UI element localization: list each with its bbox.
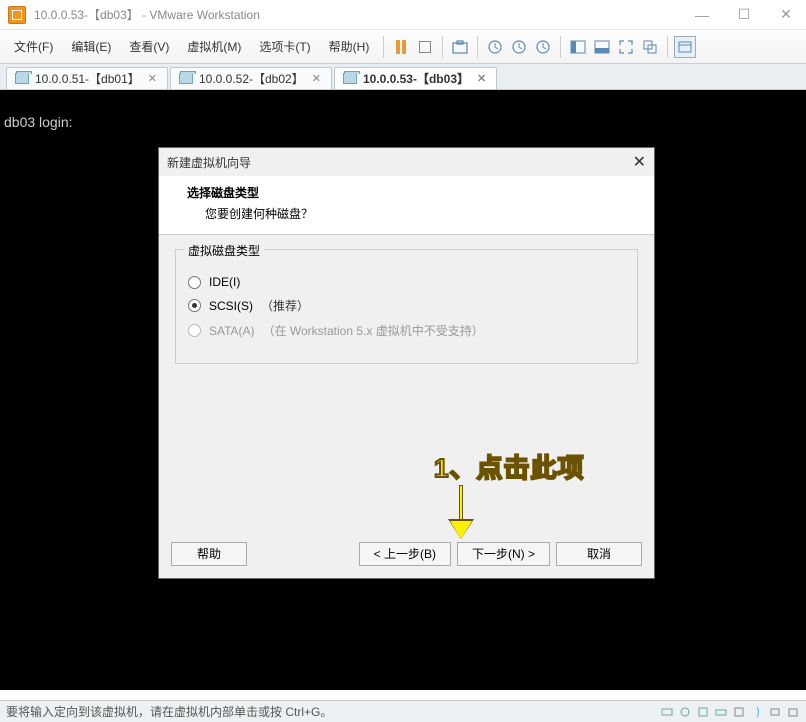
device-icon[interactable] (660, 705, 674, 719)
back-button[interactable]: < 上一步(B) (359, 542, 451, 566)
close-button[interactable]: ✕ (774, 6, 798, 23)
new-vm-wizard-dialog: 新建虚拟机向导 ✕ 选择磁盘类型 您要创建何种磁盘？ 虚拟磁盘类型 IDE(I)… (158, 147, 655, 579)
cancel-button[interactable]: 取消 (556, 542, 642, 566)
snapshot-take-icon[interactable] (449, 36, 471, 58)
app-icon (8, 6, 26, 24)
status-icons (660, 705, 800, 719)
group-label: 虚拟磁盘类型 (184, 242, 264, 259)
tab-bar: 10.0.0.51-【db01】 ✕ 10.0.0.52-【db02】 ✕ 10… (0, 64, 806, 90)
dialog-header-title: 选择磁盘类型 (187, 184, 638, 201)
separator (442, 36, 443, 58)
dialog-titlebar: 新建虚拟机向导 ✕ (159, 148, 654, 176)
layout2-icon[interactable] (591, 36, 613, 58)
window-titlebar: 10.0.0.53-【db03】 - VMware Workstation — … (0, 0, 806, 30)
menu-vm[interactable]: 虚拟机(M) (179, 34, 249, 59)
dialog-header: 选择磁盘类型 您要创建何种磁盘？ (159, 176, 654, 235)
radio-hint: （推荐） (261, 297, 309, 314)
device-icon[interactable] (732, 705, 746, 719)
pause-button[interactable] (390, 36, 412, 58)
device-icon[interactable] (714, 705, 728, 719)
clock1-icon[interactable] (484, 36, 506, 58)
dialog-footer: 帮助 < 上一步(B) 下一步(N) > 取消 (171, 542, 642, 566)
annotation-text: 1、点击此项 (434, 448, 584, 485)
tab-db03[interactable]: 10.0.0.53-【db03】 ✕ (334, 67, 497, 89)
window-title: 10.0.0.53-【db03】 - VMware Workstation (34, 6, 690, 23)
tab-label: 10.0.0.53-【db03】 (363, 70, 469, 87)
device-icon[interactable] (768, 705, 782, 719)
minimize-button[interactable]: — (690, 7, 714, 23)
radio-icon (188, 276, 201, 289)
device-icon[interactable] (750, 705, 764, 719)
tab-close-icon[interactable]: ✕ (475, 72, 488, 85)
vm-icon (343, 73, 357, 84)
device-icon[interactable] (678, 705, 692, 719)
menu-tabs[interactable]: 选项卡(T) (251, 34, 318, 59)
help-button[interactable]: 帮助 (171, 542, 247, 566)
maximize-button[interactable]: ☐ (732, 6, 756, 23)
tab-close-icon[interactable]: ✕ (310, 72, 323, 85)
radio-label: SATA(A) (209, 324, 255, 338)
layout1-icon[interactable] (567, 36, 589, 58)
console-output: db03 login: (4, 114, 802, 130)
dialog-title: 新建虚拟机向导 (167, 154, 251, 171)
clock3-icon[interactable] (532, 36, 554, 58)
tab-label: 10.0.0.51-【db01】 (35, 70, 140, 87)
menu-help[interactable]: 帮助(H) (321, 34, 378, 59)
separator (560, 36, 561, 58)
radio-ide[interactable]: IDE(I) (188, 275, 625, 289)
menubar: 文件(F) 编辑(E) 查看(V) 虚拟机(M) 选项卡(T) 帮助(H) (0, 30, 806, 64)
fullscreen-icon[interactable] (615, 36, 637, 58)
unity-icon[interactable] (639, 36, 661, 58)
separator (477, 36, 478, 58)
dialog-header-subtitle: 您要创建何种磁盘？ (187, 205, 638, 222)
radio-label: SCSI(S) (209, 299, 253, 313)
device-icon[interactable] (696, 705, 710, 719)
separator (383, 36, 384, 58)
thumbnail-view-icon[interactable] (674, 36, 696, 58)
tab-db02[interactable]: 10.0.0.52-【db02】 ✕ (170, 67, 332, 89)
disk-type-group: 虚拟磁盘类型 IDE(I) SCSI(S) （推荐） SATA(A) （在 Wo… (175, 249, 638, 364)
clock2-icon[interactable] (508, 36, 530, 58)
radio-sata: SATA(A) （在 Workstation 5.x 虚拟机中不受支持） (188, 322, 625, 339)
device-icon[interactable] (786, 705, 800, 719)
radio-scsi[interactable]: SCSI(S) （推荐） (188, 297, 625, 314)
separator (667, 36, 668, 58)
radio-hint: （在 Workstation 5.x 虚拟机中不受支持） (263, 322, 484, 339)
radio-icon (188, 324, 201, 337)
menu-view[interactable]: 查看(V) (121, 34, 177, 59)
status-bar: 要将输入定向到该虚拟机，请在虚拟机内部单击或按 Ctrl+G。 (0, 700, 806, 722)
tab-label: 10.0.0.52-【db02】 (199, 70, 304, 87)
status-text: 要将输入定向到该虚拟机，请在虚拟机内部单击或按 Ctrl+G。 (6, 703, 332, 720)
radio-label: IDE(I) (209, 275, 240, 289)
tab-close-icon[interactable]: ✕ (146, 72, 159, 85)
tab-db01[interactable]: 10.0.0.51-【db01】 ✕ (6, 67, 168, 89)
annotation-arrow-icon (452, 485, 472, 541)
dialog-body: 虚拟磁盘类型 IDE(I) SCSI(S) （推荐） SATA(A) （在 Wo… (159, 235, 654, 378)
dialog-close-button[interactable]: ✕ (633, 152, 646, 172)
menu-file[interactable]: 文件(F) (6, 34, 61, 59)
vm-icon (15, 73, 29, 84)
radio-icon (188, 299, 201, 312)
menu-edit[interactable]: 编辑(E) (63, 34, 119, 59)
stop-button[interactable] (414, 36, 436, 58)
next-button[interactable]: 下一步(N) > (457, 542, 550, 566)
vm-icon (179, 73, 193, 84)
